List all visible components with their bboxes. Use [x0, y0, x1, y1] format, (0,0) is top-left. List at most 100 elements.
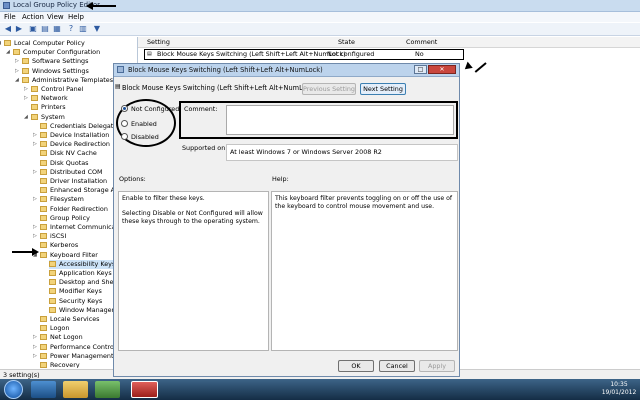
explorer-folder-icon[interactable] [63, 381, 88, 398]
radio-dot [121, 133, 128, 140]
tree-node-label: Modifier Keys [59, 287, 102, 296]
filter-icon[interactable]: ▼ [92, 24, 102, 33]
help-icon[interactable]: ? [66, 24, 76, 33]
back-arrow-icon[interactable]: ◀ [3, 24, 13, 33]
gpedit-task-icon[interactable] [131, 381, 158, 398]
col-state[interactable]: State [338, 38, 355, 46]
expand-toggle-icon[interactable]: ▷ [15, 57, 19, 66]
expand-toggle-icon[interactable]: ◢ [15, 76, 19, 85]
policy-icon: ▤ [147, 51, 152, 57]
forward-arrow-icon[interactable]: ▶ [14, 24, 24, 33]
maximize-button[interactable]: □ [414, 65, 427, 74]
folder-icon [40, 141, 47, 148]
show-tree-icon[interactable]: ▤ [40, 24, 50, 33]
tree-node[interactable]: Driver Installation [40, 177, 107, 186]
tree-node[interactable]: ▷ Software Settings [15, 57, 88, 66]
expand-toggle-icon[interactable]: ▷ [33, 333, 37, 342]
tree-node[interactable]: ◢ Local Computer Policy [0, 39, 85, 48]
tree-node-label: System [41, 112, 65, 121]
clock[interactable]: 10:35 19/01/2012 [600, 381, 638, 397]
tree-node[interactable]: Disk NV Cache [40, 149, 97, 158]
tree-node[interactable]: Disk Quotas [40, 159, 89, 168]
menu-view[interactable]: View [47, 13, 64, 21]
properties-icon[interactable]: ▥ [78, 24, 88, 33]
tree-node[interactable]: Application Keys [49, 269, 112, 278]
tree-node-label: Network [41, 94, 68, 103]
folder-icon [22, 67, 29, 74]
col-comment[interactable]: Comment [406, 38, 437, 46]
help-panel[interactable]: This keyboard filter prevents toggling o… [271, 191, 458, 351]
options-text: Selecting Disable or Not Configured will… [122, 210, 263, 225]
expand-toggle-icon[interactable]: ▷ [33, 140, 37, 149]
expand-toggle-icon[interactable]: ▷ [24, 85, 28, 94]
tree-node[interactable]: Recovery [40, 361, 80, 368]
ok-button[interactable]: OK [338, 360, 374, 372]
apply-button[interactable]: Apply [419, 360, 455, 372]
expand-toggle-icon[interactable]: ▷ [24, 94, 28, 103]
close-button[interactable]: ✕ [428, 65, 456, 74]
expand-toggle-icon[interactable]: ▷ [15, 67, 19, 76]
start-button[interactable] [4, 380, 23, 399]
tree-node-label: Distributed COM [50, 167, 103, 176]
tree-node[interactable]: ▷ Windows Settings [15, 67, 89, 76]
menu-action[interactable]: Action [22, 13, 44, 21]
tree-node[interactable]: ▷ Power Management [33, 352, 113, 361]
folder-icon [40, 187, 47, 194]
tree-node[interactable]: ◢ Administrative Templates [15, 76, 113, 85]
tree-node[interactable]: ▷ Filesystem [33, 195, 84, 204]
tree-node[interactable]: ◢ System [24, 112, 65, 122]
expand-toggle-icon[interactable]: ◢ [24, 113, 28, 122]
tree-node[interactable]: Group Policy [40, 214, 90, 223]
tree-node[interactable]: ◢ Keyboard Filter [33, 251, 98, 260]
expand-toggle-icon[interactable]: ▷ [33, 223, 37, 232]
up-folder-icon[interactable]: ▣ [28, 24, 38, 33]
tree-node[interactable]: Accessibility Keys [49, 259, 116, 269]
ie-icon[interactable] [31, 381, 56, 398]
tree-node[interactable]: ▷ Control Panel [24, 85, 83, 94]
tree-node-label: Disk Quotas [50, 158, 89, 167]
tree-node[interactable]: Credentials Delegation [40, 122, 123, 131]
next-setting-button[interactable]: Next Setting [360, 83, 406, 95]
tree-node[interactable]: ▷ iSCSI [33, 232, 66, 241]
radio-not-configured[interactable]: Not Configured [121, 105, 179, 113]
tree-node[interactable]: Printers [31, 103, 66, 112]
export-list-icon[interactable]: ▦ [52, 24, 62, 33]
tree-node[interactable]: Logon [40, 324, 69, 333]
expand-toggle-icon[interactable]: ▷ [33, 168, 37, 177]
expand-toggle-icon[interactable]: ▷ [33, 352, 37, 361]
folder-icon [40, 122, 47, 129]
expand-toggle-icon[interactable]: ▷ [33, 343, 37, 352]
tree-node[interactable]: Locale Services [40, 315, 99, 324]
media-player-icon[interactable] [95, 381, 120, 398]
tree-node[interactable]: ◢ Computer Configuration [6, 48, 100, 57]
table-row[interactable]: ▤ Block Mouse Keys Switching (Left Shift… [144, 49, 464, 60]
app-icon [3, 2, 10, 9]
expand-toggle-icon[interactable]: ◢ [6, 48, 10, 57]
tree-node[interactable]: Security Keys [49, 297, 102, 306]
menu-help[interactable]: Help [68, 13, 84, 21]
radio-enabled[interactable]: Enabled [121, 120, 157, 128]
radio-disabled[interactable]: Disabled [121, 133, 159, 141]
tree-node[interactable]: ▷ Device Installation [33, 131, 109, 140]
col-setting[interactable]: Setting [147, 38, 170, 46]
tree-node[interactable]: Modifier Keys [49, 287, 102, 296]
expand-toggle-icon[interactable]: ▷ [33, 232, 37, 241]
previous-setting-button[interactable]: Previous Setting [302, 83, 356, 95]
expand-toggle-icon[interactable]: ◢ [0, 39, 1, 48]
folder-icon [31, 86, 38, 92]
tree-node[interactable]: ▷ Network [24, 94, 68, 103]
cancel-button[interactable]: Cancel [379, 360, 415, 372]
folder-icon [49, 288, 56, 295]
expand-toggle-icon[interactable]: ▷ [33, 195, 37, 204]
comment-input[interactable] [226, 105, 454, 135]
menu-file[interactable]: File [4, 13, 16, 21]
tree-node-label: Folder Redirection [50, 204, 108, 213]
tree-node[interactable]: Folder Redirection [40, 205, 108, 214]
tree-node[interactable]: ▷ Distributed COM [33, 167, 103, 177]
folder-icon [40, 159, 47, 166]
tree-node[interactable]: Kerberos [40, 241, 78, 250]
tree-node[interactable]: ▷ Net Logon [33, 333, 83, 342]
tree-node[interactable]: ▷ Device Redirection [33, 140, 110, 149]
expand-toggle-icon[interactable]: ▷ [33, 131, 37, 140]
folder-icon [31, 113, 38, 120]
